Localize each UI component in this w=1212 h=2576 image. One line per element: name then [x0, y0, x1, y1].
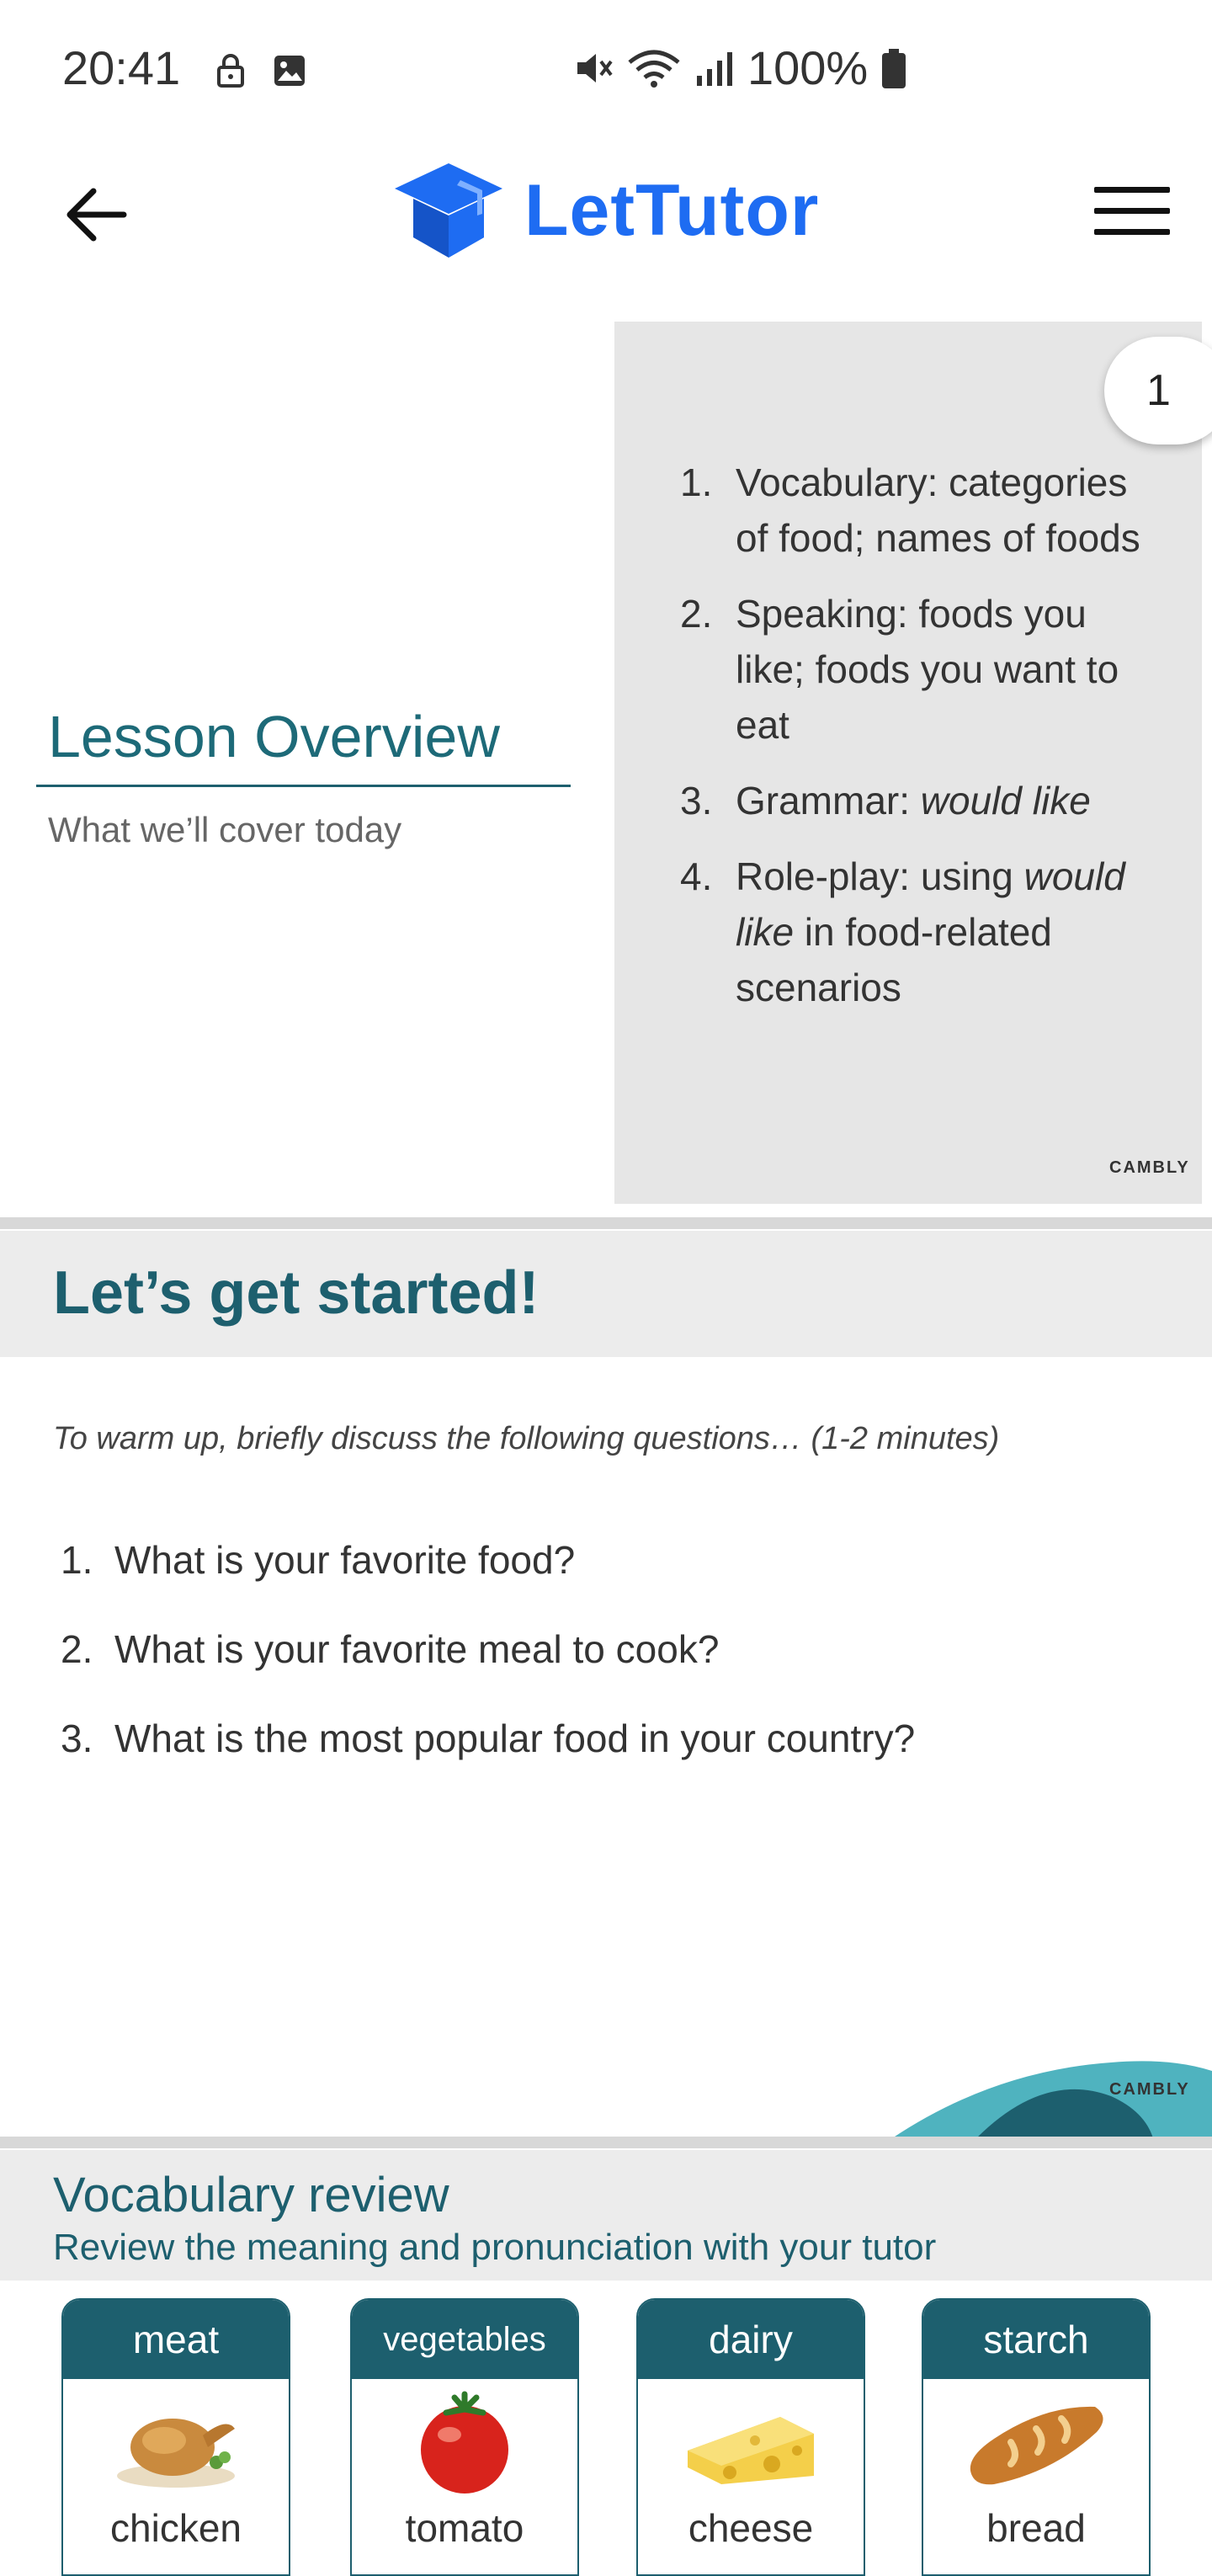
slide-divider: [0, 1217, 1212, 1229]
chicken-image: [63, 2379, 289, 2505]
list-item: 1. What is your favorite food?: [61, 1538, 576, 1582]
status-indicators: 100%: [572, 40, 908, 95]
signal-icon: [697, 51, 732, 86]
card-word: cheese: [688, 2506, 814, 2550]
question-list: 1. What is your favorite food? 2. What is …: [61, 1532, 1155, 1800]
battery-icon: [882, 48, 906, 88]
bread-image: [923, 2379, 1149, 2505]
card-category: dairy: [638, 2300, 864, 2379]
battery-percentage: 100%: [747, 41, 869, 94]
back-button[interactable]: [59, 178, 131, 251]
mute-icon: [577, 53, 613, 82]
list-item: 3. Grammar: would like: [680, 779, 1091, 822]
slide-divider: [0, 2137, 1212, 2148]
cambly-logo: CAMBLY: [1109, 2080, 1190, 2099]
title-underline: [36, 785, 571, 787]
gallery-icon: [274, 56, 305, 86]
lesson-overview-title: Lesson Overview: [48, 704, 500, 769]
card-word: chicken: [110, 2506, 242, 2550]
lesson-overview-subtitle: What we’ll cover today: [48, 810, 402, 849]
slide-title: Let’s get started!: [53, 1259, 540, 1327]
list-item: 2. What is your favorite meal to cook?: [61, 1627, 720, 1671]
overview-list: 1. Vocabulary: categories of food; names…: [680, 455, 1151, 1035]
cambly-logo: CAMBLY: [1109, 1158, 1190, 1177]
card-category: starch: [923, 2300, 1149, 2379]
list-item: 4. Role-play: using would like in food-r…: [680, 854, 1125, 1009]
arrow-left-icon: [66, 188, 127, 242]
card-category: vegetables: [352, 2300, 577, 2379]
page-indicator[interactable]: 1: [1104, 337, 1212, 444]
app-name: LetTutor: [524, 169, 820, 251]
card-word: tomato: [405, 2506, 524, 2550]
card-category: meat: [63, 2300, 289, 2379]
vocab-card: dairy cheese: [636, 2298, 865, 2576]
slide-title: Vocabulary review: [53, 2168, 449, 2222]
list-item: 1. Vocabulary: categories of food; names…: [680, 460, 1140, 560]
lock-icon: [217, 54, 244, 88]
list-item: 3. What is the most popular food in your …: [61, 1716, 916, 1760]
tomato-image: [352, 2379, 577, 2505]
slide-subtitle: Review the meaning and pronunciation wit…: [53, 2227, 937, 2268]
wifi-icon: [628, 50, 680, 88]
vocab-card: starch bread: [922, 2298, 1151, 2576]
app-logo: LetTutor: [391, 160, 819, 261]
graduation-cap-icon: [395, 163, 502, 258]
menu-button[interactable]: [1094, 187, 1170, 242]
card-word: bread: [986, 2506, 1086, 2550]
vocab-card: vegetables tomato: [350, 2298, 579, 2576]
vocab-card: meat chicken: [61, 2298, 290, 2576]
list-item: 2. Speaking: foods you like; foods you w…: [680, 592, 1119, 747]
cheese-image: [638, 2379, 864, 2505]
status-time: 20:41: [62, 41, 181, 94]
hamburger-icon: [1094, 187, 1170, 193]
warmup-instruction: To warm up, briefly discuss the followin…: [53, 1421, 1000, 1456]
